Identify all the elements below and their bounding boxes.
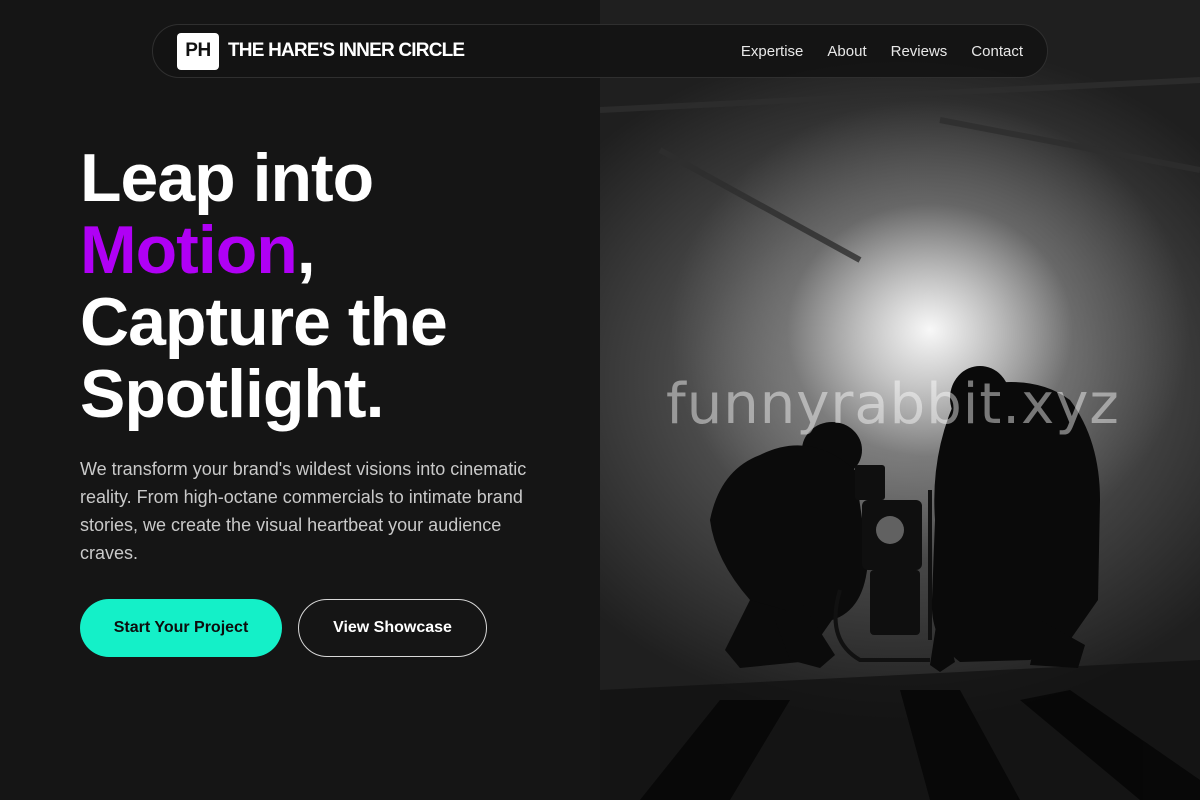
headline-line-4: Spotlight. [80,356,384,432]
top-navigation: PH THE HARE'S INNER CIRCLE Expertise Abo… [152,24,1048,78]
nav-link-about[interactable]: About [827,43,866,60]
brand-name[interactable]: THE HARE'S INNER CIRCLE [228,40,465,62]
landing-page: funnyrabbit.xyz PH THE HARE'S INNER CIRC… [0,0,1200,800]
watermark-text: funnyrabbit.xyz [666,372,1120,437]
hero-photo: funnyrabbit.xyz [600,0,1200,800]
headline-line-2: Motion, [80,214,447,286]
headline-comma: , [296,212,316,288]
nav-link-reviews[interactable]: Reviews [891,43,948,60]
nav-link-expertise[interactable]: Expertise [741,43,804,60]
headline-line-1: Leap into [80,140,374,216]
hero-headline: Leap into Motion, Capture the Spotlight. [80,140,448,432]
nav-links: Expertise About Reviews Contact [741,43,1023,60]
start-project-button[interactable]: Start Your Project [80,599,282,657]
headline-line-3: Capture the [80,284,448,360]
logo[interactable]: PH [177,32,219,70]
nav-link-contact[interactable]: Contact [971,43,1023,60]
hero-description: We transform your brand's wildest vision… [80,459,527,563]
view-showcase-button[interactable]: View Showcase [298,599,487,657]
headline-accent-word: Motion [80,212,298,288]
